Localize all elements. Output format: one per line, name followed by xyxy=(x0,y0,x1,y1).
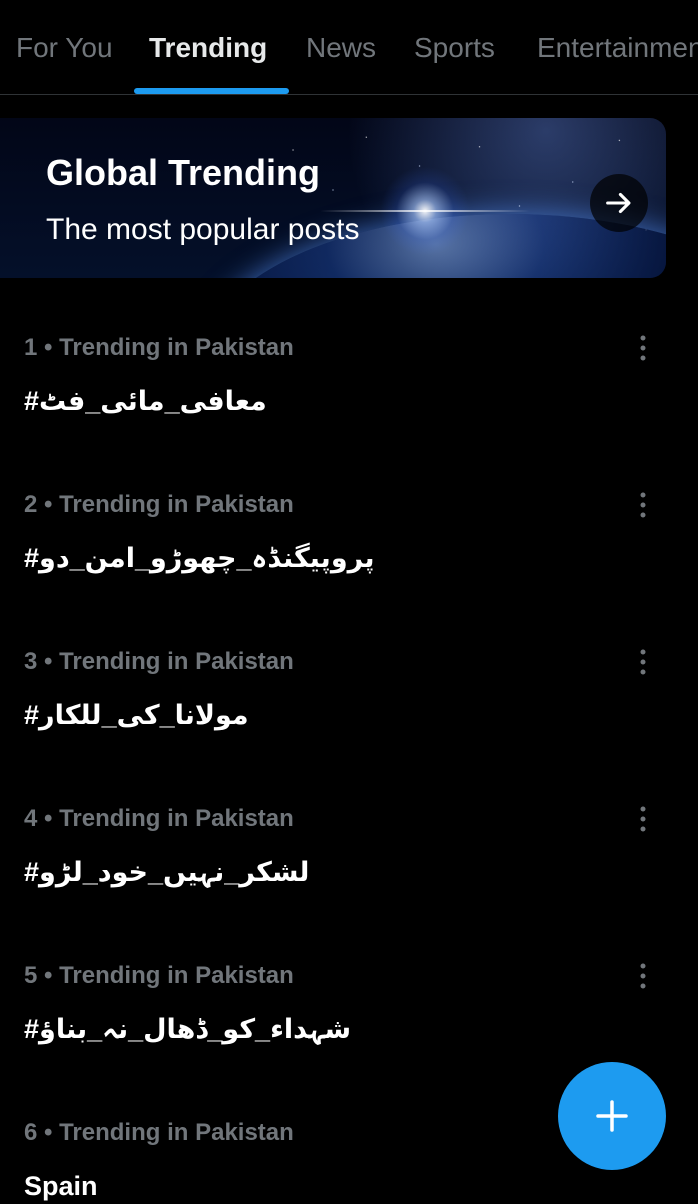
more-options-icon[interactable] xyxy=(630,335,656,361)
plus-icon xyxy=(596,1100,628,1132)
banner-arrow-button[interactable] xyxy=(590,174,648,232)
sun-flare xyxy=(320,166,530,256)
active-tab-indicator xyxy=(134,88,289,94)
trend-meta: 6 • Trending in Pakistan xyxy=(24,1119,294,1146)
trend-meta: 5 • Trending in Pakistan xyxy=(24,962,294,989)
trend-item[interactable]: 2 • Trending in Pakistan #پروپیگنڈہ_چھوڑ… xyxy=(0,490,698,647)
tab-entertainment[interactable]: Entertainment xyxy=(537,30,698,66)
trend-meta: 4 • Trending in Pakistan xyxy=(24,805,294,832)
more-options-icon[interactable] xyxy=(630,492,656,518)
trend-name: #مولانا_کی_للکار xyxy=(24,700,249,730)
global-trending-banner[interactable]: Global Trending The most popular posts xyxy=(0,118,666,278)
arrow-right-icon xyxy=(606,192,631,214)
banner-subtitle: The most popular posts xyxy=(46,213,360,246)
compose-post-button[interactable] xyxy=(558,1062,666,1170)
trend-item[interactable]: 3 • Trending in Pakistan #مولانا_کی_للکا… xyxy=(0,647,698,804)
more-options-icon[interactable] xyxy=(630,649,656,675)
trend-item[interactable]: 1 • Trending in Pakistan #معافی_مائی_فٹ xyxy=(0,333,698,490)
explore-tabs: For You Trending News Sports Entertainme… xyxy=(0,0,698,95)
more-options-icon[interactable] xyxy=(630,963,656,989)
trend-name: Spain xyxy=(24,1171,98,1201)
tab-sports[interactable]: Sports xyxy=(414,30,495,66)
more-options-icon[interactable] xyxy=(630,806,656,832)
trend-name: #شہداء_کو_ڈھال_نہ_بناؤ xyxy=(24,1014,352,1044)
tab-trending[interactable]: Trending xyxy=(149,30,267,66)
trend-name: #معافی_مائی_فٹ xyxy=(24,386,267,416)
trend-name: #پروپیگنڈہ_چھوڑو_امن_دو xyxy=(24,543,375,573)
tab-news[interactable]: News xyxy=(306,30,376,66)
trend-item[interactable]: 4 • Trending in Pakistan #لشکر_نہیں_خود_… xyxy=(0,804,698,961)
banner-title: Global Trending xyxy=(46,152,321,193)
trend-name: #لشکر_نہیں_خود_لڑو xyxy=(24,857,310,887)
trend-meta: 1 • Trending in Pakistan xyxy=(24,334,294,361)
trend-meta: 2 • Trending in Pakistan xyxy=(24,491,294,518)
tab-for-you[interactable]: For You xyxy=(16,30,113,66)
trend-meta: 3 • Trending in Pakistan xyxy=(24,648,294,675)
